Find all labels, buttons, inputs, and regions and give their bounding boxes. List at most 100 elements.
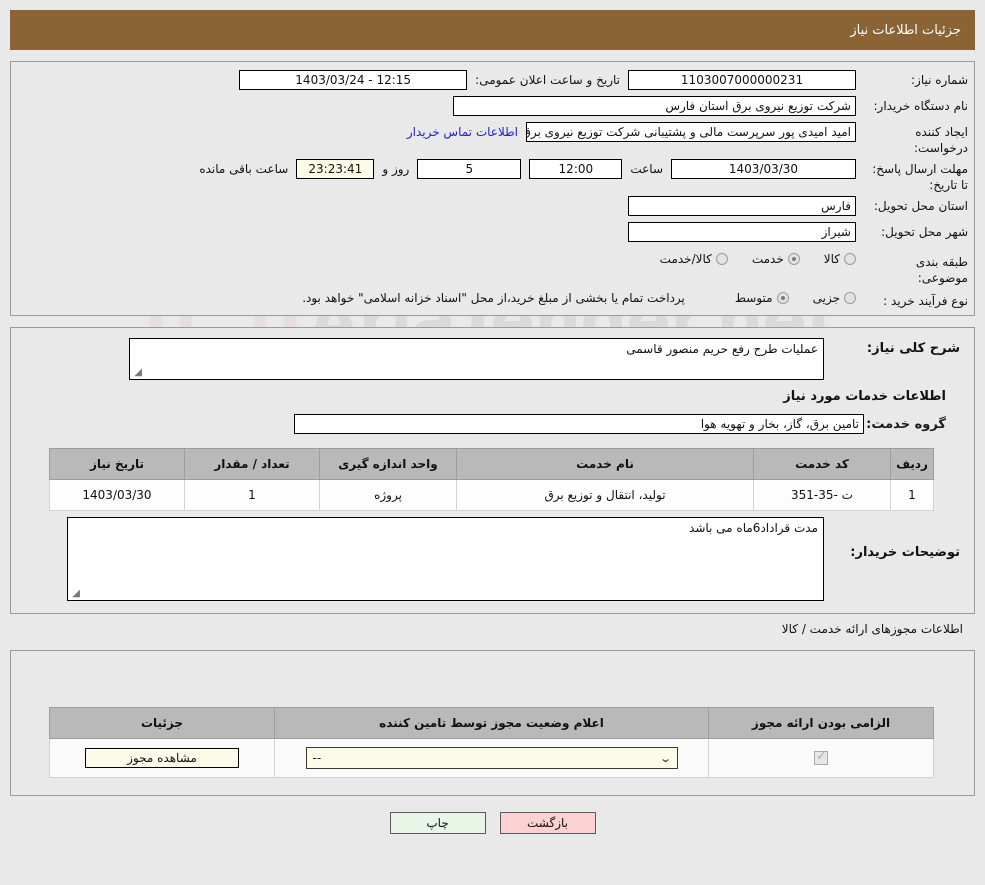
buyer-contact-link[interactable]: اطلاعات تماس خریدار <box>407 125 518 139</box>
row-buyer-org: نام دستگاه خریدار: شرکت توزیع نیروی برق … <box>11 93 974 119</box>
page-title: جزئیات اطلاعات نیاز <box>10 10 975 50</box>
licenses-table-wrap: الزامی بودن ارائه مجوز اعلام وضعیت مجوز … <box>11 651 974 792</box>
service-group-value: تامین برق، گاز، بخار و تهویه هوا <box>294 414 864 434</box>
license-status-select[interactable]: -- ⌄ <box>305 747 678 769</box>
col-date: تاریخ نیاز <box>49 448 185 480</box>
services-heading: اطلاعات خدمات مورد نیاز <box>783 389 946 404</box>
category-label: طبقه بندی موضوعی: <box>915 255 968 285</box>
print-button[interactable]: چاپ <box>389 812 486 834</box>
row-city: شهر محل تحویل: شیراز <box>11 219 974 245</box>
category-option-khedmat[interactable]: خدمت <box>752 252 800 266</box>
table-header-row: ردیف کد خدمت نام خدمت واحد اندازه گیری ت… <box>49 448 934 480</box>
col-details: جزئیات <box>49 707 275 739</box>
radio-icon <box>776 292 789 304</box>
resize-grip-icon[interactable]: ◢ <box>132 368 142 378</box>
cell-required <box>708 738 934 778</box>
col-required: الزامی بودن ارائه مجوز <box>708 707 934 739</box>
process-note: پرداخت تمام یا بخشی از مبلغ خرید،از محل … <box>302 291 685 305</box>
licenses-row: -- ⌄ مشاهده مجوز <box>49 738 934 778</box>
deadline-time-label: ساعت <box>630 162 663 176</box>
col-code: کد خدمت <box>753 448 891 480</box>
chevron-down-icon: ⌄ <box>659 751 673 765</box>
col-status: اعلام وضعیت مجوز توسط تامین کننده <box>274 707 709 739</box>
radio-icon <box>844 292 856 304</box>
required-checkbox <box>814 749 828 766</box>
category-option-label: خدمت <box>751 252 784 266</box>
row-category: طبقه بندی موضوعی: کالا خدمت کالا/خدمت <box>11 249 974 286</box>
licenses-header-row: الزامی بودن ارائه مجوز اعلام وضعیت مجوز … <box>49 707 934 739</box>
buyer-org-label: نام دستگاه خریدار: <box>873 99 969 113</box>
services-table: ردیف کد خدمت نام خدمت واحد اندازه گیری ت… <box>49 448 934 511</box>
row-buyer-notes: توضیحات خریدار: مدت قراداد6ماه می باشد ◢ <box>11 517 974 601</box>
process-option-label: متوسط <box>734 291 773 305</box>
cell-qty: 1 <box>184 479 320 511</box>
col-row: ردیف <box>890 448 934 480</box>
category-option-kala[interactable]: کالا <box>824 252 856 266</box>
service-group-label: گروه خدمت: <box>866 416 946 432</box>
row-service-group: گروه خدمت: تامین برق، گاز، بخار و تهویه … <box>11 410 974 436</box>
province-value: فارس <box>628 196 856 216</box>
category-radio-group: کالا خدمت کالا/خدمت <box>642 252 856 266</box>
cell-unit: پروژه <box>319 479 457 511</box>
license-status-value: -- <box>312 751 322 765</box>
city-value: شیراز <box>628 222 856 242</box>
need-number-value: 1103007000000231 <box>628 70 856 90</box>
creator-label: ایجاد کننده درخواست: <box>914 125 968 155</box>
category-option-label: کالا/خدمت <box>659 252 712 266</box>
creator-value: امید امیدی پور سرپرست مالی و پشتیبانی شر… <box>526 122 856 142</box>
buyer-org-value: شرکت توزیع نیروی برق استان فارس <box>453 96 856 116</box>
services-table-wrap: ردیف کد خدمت نام خدمت واحد اندازه گیری ت… <box>11 436 974 517</box>
need-info-panel: شماره نیاز: 1103007000000231 تاریخ و ساع… <box>10 61 975 316</box>
page-root: جزئیات اطلاعات نیاز شماره نیاز: 11030070… <box>0 10 985 844</box>
cell-details: مشاهده مجوز <box>49 738 275 778</box>
deadline-label: مهلت ارسال پاسخ: تا تاریخ: <box>872 162 968 192</box>
buyer-notes-textarea[interactable]: مدت قراداد6ماه می باشد ◢ <box>67 517 824 601</box>
row-need-number: شماره نیاز: 1103007000000231 تاریخ و ساع… <box>11 67 974 93</box>
cell-status: -- ⌄ <box>274 738 709 778</box>
process-option-jozei[interactable]: جزیی <box>813 291 856 305</box>
process-label: نوع فرآیند خرید : <box>883 294 968 308</box>
back-button[interactable]: بازگشت <box>499 812 596 834</box>
overview-value: عملیات طرح رفع حریم منصور قاسمی <box>626 342 818 356</box>
process-radio-group: جزیی متوسط پرداخت تمام یا بخشی از مبلغ خ… <box>302 291 856 305</box>
row-deadline: مهلت ارسال پاسخ: تا تاریخ: 1403/03/30 سا… <box>11 156 974 193</box>
category-option-kala-khedmat[interactable]: کالا/خدمت <box>660 252 728 266</box>
process-option-motevaset[interactable]: متوسط <box>735 291 789 305</box>
cell-date: 1403/03/30 <box>49 479 185 511</box>
process-option-label: جزیی <box>812 291 840 305</box>
row-overview: شرح کلی نیاز: عملیات طرح رفع حریم منصور … <box>11 338 974 380</box>
deadline-days-value: 5 <box>417 159 522 179</box>
resize-grip-icon[interactable]: ◢ <box>70 589 80 599</box>
radio-icon <box>787 253 800 265</box>
city-label: شهر محل تحویل: <box>881 225 968 239</box>
cell-row: 1 <box>890 479 934 511</box>
licenses-panel: الزامی بودن ارائه مجوز اعلام وضعیت مجوز … <box>10 650 975 796</box>
row-province: استان محل تحویل: فارس <box>11 193 974 219</box>
deadline-countdown-value: 23:23:41 <box>296 159 375 179</box>
radio-icon <box>844 253 856 265</box>
licenses-heading: اطلاعات مجوزهای ارائه خدمت / کالا <box>781 622 963 636</box>
radio-icon <box>715 253 728 265</box>
category-option-label: کالا <box>823 252 840 266</box>
cell-name: تولید، انتقال و توزیع برق <box>456 479 754 511</box>
col-unit: واحد اندازه گیری <box>319 448 457 480</box>
announce-label: تاریخ و ساعت اعلان عمومی: <box>475 73 620 87</box>
col-qty: تعداد / مقدار <box>184 448 320 480</box>
col-name: نام خدمت <box>456 448 754 480</box>
deadline-days-label: روز و <box>382 162 410 176</box>
notes-value: مدت قراداد6ماه می باشد <box>689 521 818 535</box>
footer-actions: بازگشت چاپ <box>0 796 985 844</box>
row-process-type: نوع فرآیند خرید : جزیی متوسط پرداخت تمام… <box>11 288 974 309</box>
view-license-button[interactable]: مشاهده مجوز <box>85 748 239 768</box>
notes-label: توضیحات خریدار: <box>850 545 960 560</box>
need-number-label: شماره نیاز: <box>911 73 968 87</box>
deadline-remaining-label: ساعت باقی مانده <box>199 162 289 176</box>
licenses-table: الزامی بودن ارائه مجوز اعلام وضعیت مجوز … <box>49 707 934 778</box>
need-details-panel: شرح کلی نیاز: عملیات طرح رفع حریم منصور … <box>10 327 975 614</box>
cell-code: ت -35-351 <box>753 479 891 511</box>
overview-label: شرح کلی نیاز: <box>866 341 960 356</box>
deadline-time-value: 12:00 <box>529 159 623 179</box>
overview-textarea[interactable]: عملیات طرح رفع حریم منصور قاسمی ◢ <box>129 338 824 380</box>
announce-value: 12:15 - 1403/03/24 <box>239 70 468 90</box>
province-label: استان محل تحویل: <box>873 199 968 213</box>
